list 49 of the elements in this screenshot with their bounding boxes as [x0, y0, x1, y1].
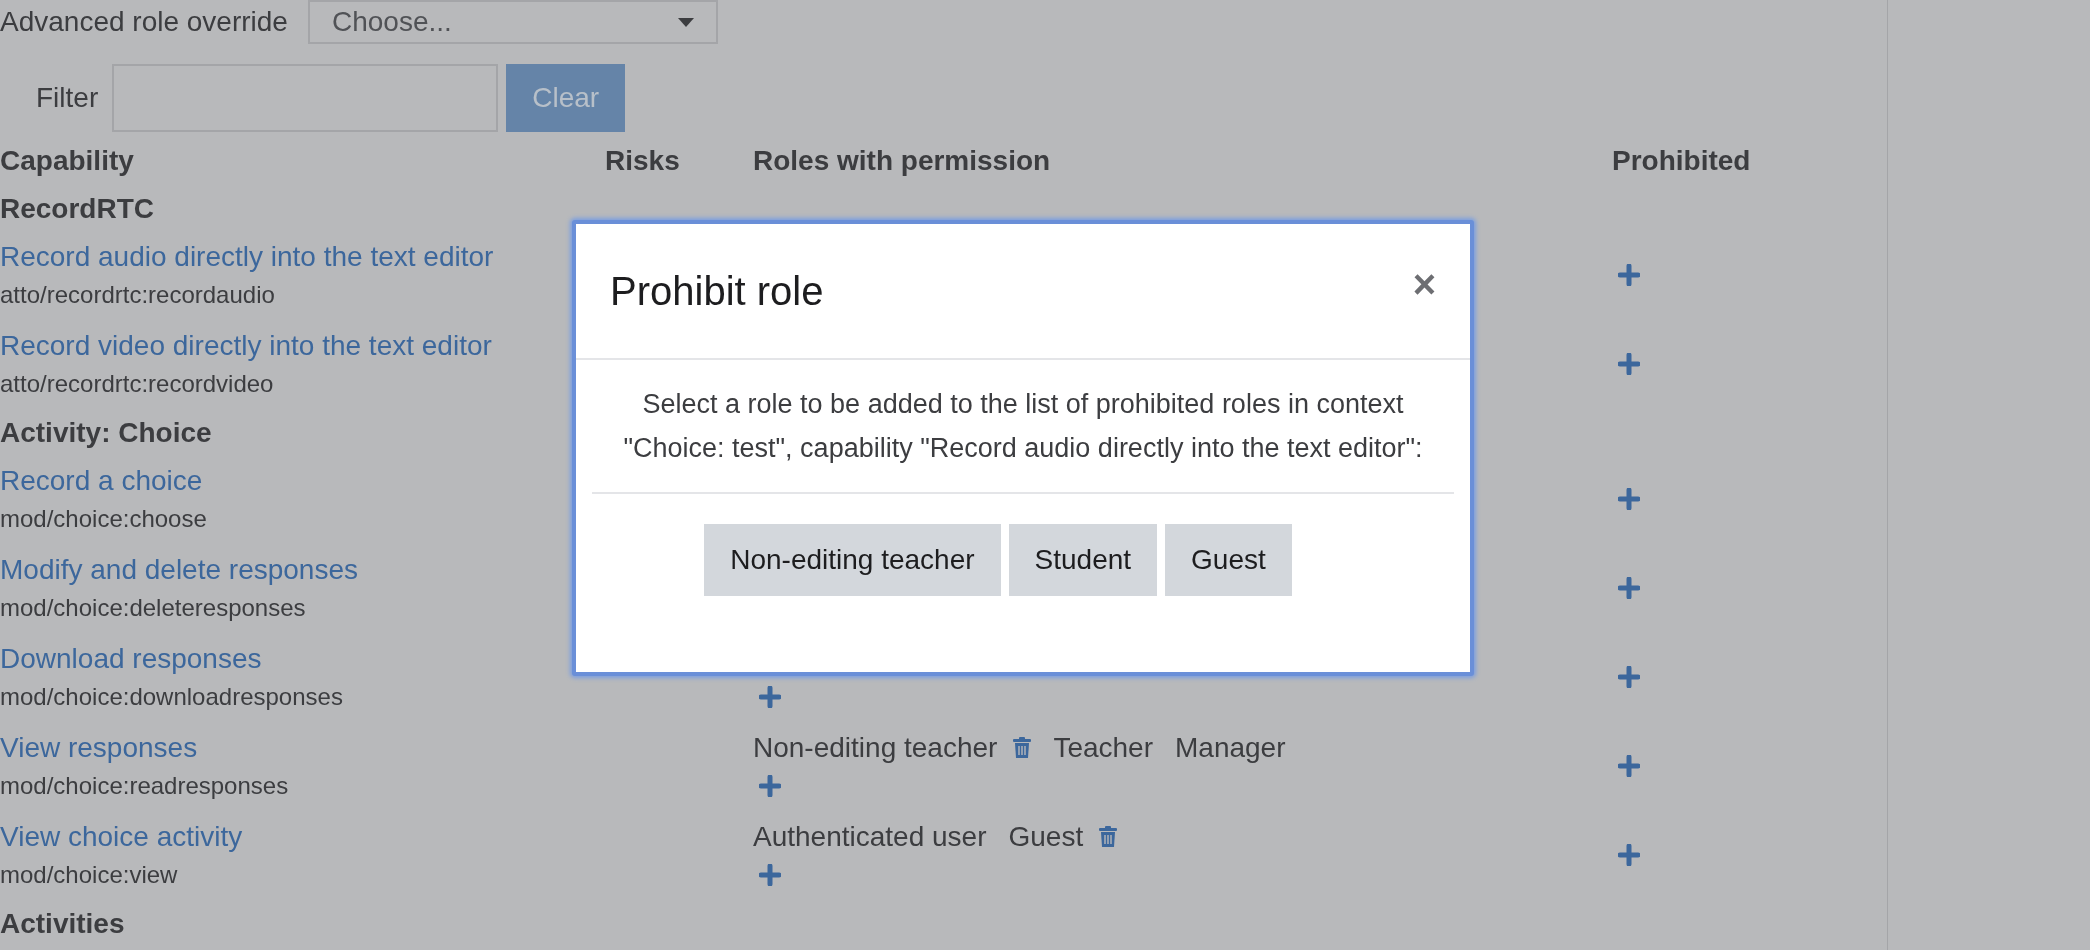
filter-label: Filter — [36, 81, 99, 115]
add-icon[interactable] — [1618, 844, 1640, 866]
add-icon[interactable] — [1618, 577, 1640, 599]
capability-code: mod/choice:deleteresponses — [0, 593, 306, 623]
capability-code: atto/recordrtc:recordaudio — [0, 280, 275, 310]
column-header: Capability — [0, 144, 135, 178]
capability-link[interactable]: Record a choice — [0, 461, 203, 501]
add-icon[interactable] — [759, 686, 781, 708]
add-icon[interactable] — [759, 775, 781, 797]
capability-code: mod/choice:downloadresponses — [0, 682, 343, 712]
column-header: Risks — [605, 144, 681, 178]
trash-icon[interactable] — [1099, 826, 1118, 848]
role-dropdown[interactable]: Choose... — [307, 0, 718, 44]
role-button[interactable]: Non-editing teacher — [704, 524, 1001, 596]
capability-link[interactable]: Download responses — [0, 639, 262, 679]
capability-link[interactable]: View responses — [0, 728, 198, 768]
group-heading: Activities — [0, 907, 125, 941]
dialog-message: Select a role to be added to the list of prohibited roles in context "Choice: test", capability "Record audio directly into the text editor": — [622, 388, 1424, 465]
add-icon[interactable] — [1618, 353, 1640, 375]
column-header: Roles with permission — [753, 144, 1052, 178]
add-icon[interactable] — [1618, 264, 1640, 286]
role-button[interactable]: Guest — [1165, 524, 1292, 596]
capability-link[interactable]: View choice activity — [0, 817, 243, 857]
capability-link[interactable]: Record audio directly into the text editor — [0, 237, 494, 277]
group-heading: RecordRTC — [0, 192, 154, 226]
add-icon[interactable] — [759, 864, 781, 886]
capability-link[interactable]: Record video directly into the text editor — [0, 326, 492, 366]
role-name: Manager — [1175, 731, 1286, 765]
capability-link[interactable]: Modify and delete responses — [0, 550, 358, 590]
column-header: Prohibited — [1612, 144, 1752, 178]
caret-icon — [677, 17, 694, 27]
role-name: Non-editing teacher — [753, 731, 998, 765]
capability-code: mod/choice:readresponses — [0, 771, 289, 801]
dialog-title: Prohibit role — [610, 268, 824, 315]
add-icon[interactable] — [1618, 488, 1640, 510]
add-icon[interactable] — [1618, 755, 1640, 777]
capability-code: mod/choice:choose — [0, 504, 207, 534]
role-button[interactable]: Student — [1008, 524, 1158, 596]
clear-button[interactable]: Clear — [506, 64, 626, 132]
add-icon[interactable] — [1618, 666, 1640, 688]
group-heading: Activity: Choice — [0, 416, 212, 450]
trash-icon[interactable] — [1013, 737, 1032, 759]
capability-code: mod/choice:view — [0, 860, 178, 890]
capability-code: atto/recordrtc:recordvideo — [0, 369, 274, 399]
role-name: Guest — [1008, 820, 1084, 854]
role-name: Authenticated user — [753, 820, 987, 854]
role-name: Teacher — [1053, 731, 1153, 765]
override-label: Advanced role override — [0, 5, 288, 39]
close-button[interactable]: × — [1412, 264, 1436, 304]
